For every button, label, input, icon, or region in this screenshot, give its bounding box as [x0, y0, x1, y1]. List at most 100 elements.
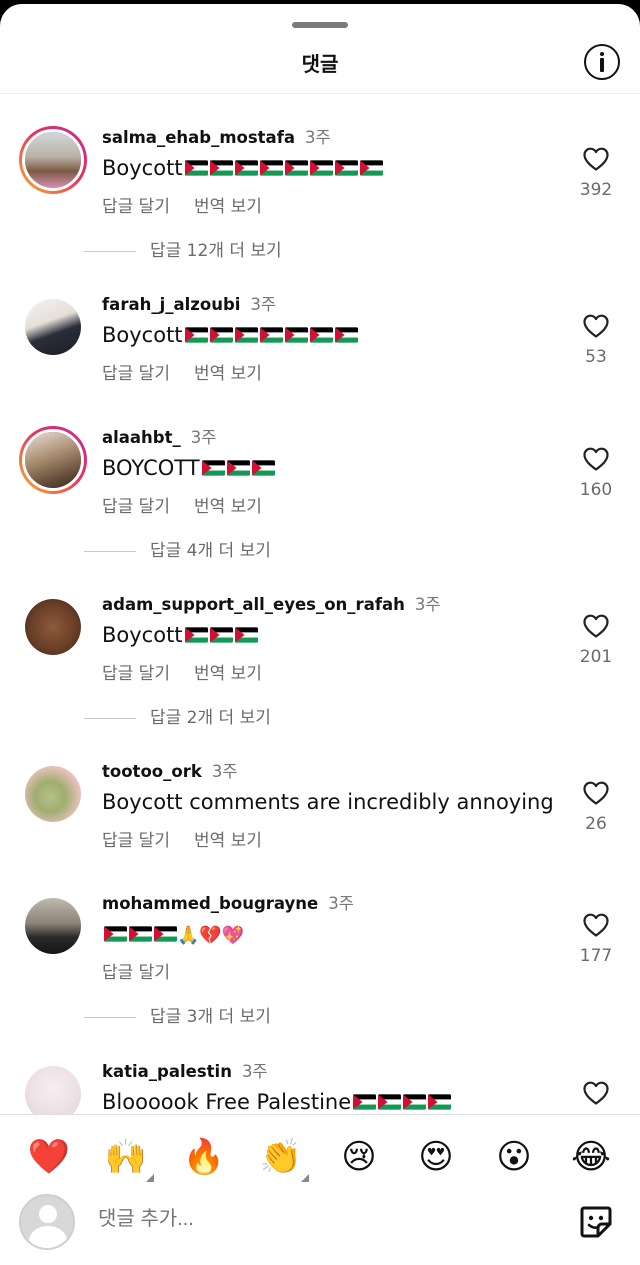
palestine-flag-icon — [234, 160, 258, 176]
palestine-flag-icon — [184, 327, 208, 343]
comment-text: Boycott comments are incredibly annoying — [102, 790, 554, 814]
tears-of-joy-emoji[interactable]: 😂 — [567, 1135, 615, 1179]
rafah-avatar[interactable] — [25, 599, 81, 655]
crying-face-emoji[interactable]: 😢 — [335, 1135, 383, 1179]
clapping-hands-emoji[interactable]: 👏 — [257, 1135, 309, 1182]
palestine-flag-icon — [209, 627, 233, 643]
raising-hands-emoji[interactable]: 🙌 — [102, 1135, 154, 1182]
tootoo-avatar[interactable] — [25, 766, 81, 822]
palestine-flag-icon — [129, 926, 152, 942]
palestine-flag-icon — [184, 160, 208, 176]
comment-item: salma_ehab_mostafa 3주 Boycott 답글 달기 번역 보기 392… — [0, 122, 640, 261]
heart-outline-icon[interactable] — [582, 313, 610, 339]
palestine-flag-icon — [234, 327, 258, 343]
heart-outline-icon[interactable] — [582, 780, 610, 806]
comment-username[interactable]: adam_support_all_eyes_on_rafah 3주 — [102, 591, 441, 615]
view-replies-button[interactable]: 답글 2개 더 보기 — [84, 703, 271, 728]
replies-line — [84, 250, 136, 252]
red-heart-emoji[interactable]: ❤️ — [25, 1135, 73, 1179]
comment-username[interactable]: salma_ehab_mostafa 3주 — [102, 124, 331, 148]
comment-text: Bloooook Free Palestine — [102, 1090, 452, 1114]
heart-outline-icon[interactable] — [582, 1080, 610, 1106]
comment-item: tootoo_ork 3주 Boycott comments are incredi… — [0, 756, 640, 876]
palestine-flag-icon — [209, 327, 233, 343]
palestine-flag-icon — [104, 926, 127, 942]
like-count: 177 — [579, 946, 613, 966]
sheet-title: 댓글 — [301, 52, 339, 76]
reply-button[interactable]: 답글 달기 — [102, 963, 170, 983]
comment-time: 3주 — [305, 128, 331, 147]
palestine-flag-icon — [378, 1094, 402, 1110]
see-translation-button[interactable]: 번역 보기 — [194, 497, 262, 517]
palestine-flag-icon — [284, 160, 308, 176]
salma-avatar[interactable] — [19, 126, 87, 194]
replies-line — [84, 717, 136, 719]
reply-button[interactable]: 답글 달기 — [102, 197, 170, 217]
comment-text: Boycott — [102, 323, 358, 347]
comment-time: 3주 — [241, 1062, 268, 1081]
palestine-flag-icon — [353, 1094, 377, 1110]
see-translation-button[interactable]: 번역 보기 — [194, 364, 262, 384]
comment-time: 3주 — [211, 762, 238, 781]
palestine-flag-icon — [226, 460, 250, 476]
fire-emoji[interactable]: 🔥 — [180, 1135, 228, 1179]
comment-actions: 답글 달기 — [102, 958, 194, 983]
comment-time: 3주 — [328, 894, 354, 913]
see-translation-button[interactable]: 번역 보기 — [194, 831, 262, 851]
palestine-flag-icon — [209, 160, 233, 176]
palestine-flag-icon — [334, 327, 358, 343]
palestine-flag-icon — [309, 327, 333, 343]
comment-text: Boycott — [102, 623, 258, 647]
emoji-quick-bar: ❤️ 🙌 🔥 👏 😢 😍 😮 😂 — [0, 1115, 640, 1195]
comment-actions: 답글 달기 번역 보기 — [102, 359, 286, 384]
comment-text: BOYCOTT — [102, 456, 275, 480]
skin-tone-indicator — [146, 1174, 154, 1182]
heart-outline-icon[interactable] — [582, 446, 610, 472]
emoji-sequence: 🙏💔💖 — [177, 925, 245, 946]
farah-avatar[interactable] — [25, 299, 81, 355]
comment-username[interactable]: mohammed_bougrayne 3주 — [102, 890, 354, 914]
see-translation-button[interactable]: 번역 보기 — [194, 664, 262, 684]
heart-outline-icon[interactable] — [582, 912, 610, 938]
heart-outline-icon[interactable] — [582, 146, 610, 172]
palestine-flag-icon — [251, 460, 275, 476]
current-user-avatar — [19, 1194, 75, 1250]
drag-handle[interactable] — [292, 22, 348, 28]
info-icon[interactable] — [584, 44, 620, 80]
comment-username[interactable]: katia_palestin 3주 — [102, 1058, 268, 1082]
heart-eyes-emoji[interactable]: 😍 — [412, 1135, 460, 1179]
comment-time: 3주 — [414, 595, 441, 614]
comments-sheet: 댓글 salma_ehab_mostafa 3주 Boycott 답글 달기 번역 보기… — [0, 4, 640, 1265]
surprised-face-emoji[interactable]: 😮 — [490, 1135, 538, 1179]
reply-button[interactable]: 답글 달기 — [102, 831, 170, 851]
reply-button[interactable]: 답글 달기 — [102, 664, 170, 684]
palestine-flag-icon — [259, 327, 283, 343]
mohammed-avatar[interactable] — [25, 898, 81, 954]
reply-button[interactable]: 답글 달기 — [102, 497, 170, 517]
comment-text: Boycott — [102, 156, 383, 180]
view-replies-button[interactable]: 답글 4개 더 보기 — [84, 536, 271, 561]
replies-line — [84, 550, 136, 552]
comment-actions: 답글 달기 번역 보기 — [102, 192, 286, 217]
comment-time: 3주 — [250, 295, 277, 314]
comment-actions: 답글 달기 번역 보기 — [102, 492, 286, 517]
comment-username[interactable]: tootoo_ork 3주 — [102, 758, 238, 782]
comment-item: mohammed_bougrayne 3주 🙏💔💖 답글 달기 177 답글 3개 더 보… — [0, 888, 640, 1027]
heart-outline-icon[interactable] — [582, 613, 610, 639]
reply-button[interactable]: 답글 달기 — [102, 364, 170, 384]
see-translation-button[interactable]: 번역 보기 — [194, 197, 262, 217]
comment-username[interactable]: alaahbt_ 3주 — [102, 424, 216, 448]
alaa-avatar[interactable] — [19, 426, 87, 494]
comment-input[interactable] — [98, 1208, 538, 1231]
sticker-icon[interactable] — [578, 1204, 614, 1240]
like-count: 201 — [579, 647, 613, 667]
palestine-flag-icon — [234, 627, 258, 643]
like-count: 160 — [579, 480, 613, 500]
palestine-flag-icon — [309, 160, 333, 176]
like-count: 53 — [585, 347, 607, 367]
view-replies-button[interactable]: 답글 3개 더 보기 — [84, 1002, 271, 1027]
comment-username[interactable]: farah_j_alzoubi 3주 — [102, 291, 276, 315]
view-replies-button[interactable]: 답글 12개 더 보기 — [84, 236, 282, 261]
comment-item: alaahbt_ 3주 BOYCOTT 답글 달기 번역 보기 160 답글 4개 더 보기 — [0, 422, 640, 561]
palestine-flag-icon — [184, 627, 208, 643]
